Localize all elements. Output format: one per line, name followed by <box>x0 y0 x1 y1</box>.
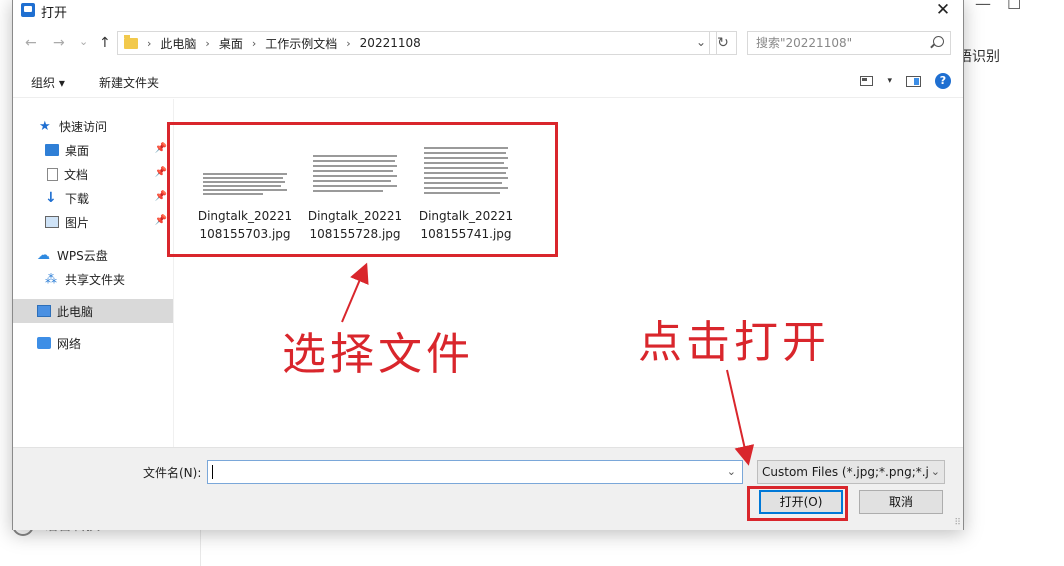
document-icon <box>47 167 58 181</box>
breadcrumb-separator[interactable]: › <box>205 37 209 50</box>
pin-icon[interactable]: 📌 <box>155 215 167 226</box>
sidebar-item-label: 桌面 <box>65 143 90 158</box>
sidebar-item-label: 图片 <box>65 215 90 230</box>
up-arrow-icon[interactable]: ↑ <box>99 35 111 51</box>
sidebar-item-this-pc[interactable]: 此电脑 <box>13 299 173 323</box>
annotation-file-highlight-box <box>167 122 558 257</box>
annotation-open-highlight-box <box>747 486 848 521</box>
sidebar-item-label: 此电脑 <box>57 304 94 319</box>
dialog-toolbar: 组织 ▾ 新建文件夹 ▾ ? <box>13 69 963 98</box>
sidebar-item-label: 快速访问 <box>59 119 108 134</box>
back-arrow-icon[interactable]: ← <box>25 35 37 51</box>
sidebar-item-downloads[interactable]: ↓ 下载 📌 <box>13 186 173 210</box>
share-icon: ⁂ <box>45 272 57 286</box>
text-caret <box>212 465 213 479</box>
organize-button[interactable]: 组织 ▾ <box>31 74 65 91</box>
filename-dropdown-icon[interactable]: ⌄ <box>727 465 736 478</box>
breadcrumb-separator[interactable]: › <box>252 37 256 50</box>
sidebar-item-label: 文档 <box>64 167 89 182</box>
address-bar[interactable]: › 此电脑 › 桌面 › 工作示例文档 › 20221108 ⌄ <box>117 31 717 55</box>
pin-icon[interactable]: 📌 <box>155 167 167 178</box>
computer-icon <box>37 305 51 317</box>
annotation-select-file-text: 选择文件 <box>282 329 474 380</box>
cloud-icon: ☁ <box>37 247 50 263</box>
navigation-bar: ← → ⌄ ↑ › 此电脑 › 桌面 › 工作示例文档 › 20221108 ⌄… <box>13 29 963 59</box>
breadcrumb-this-pc[interactable]: 此电脑 <box>160 35 196 52</box>
sidebar-item-documents[interactable]: 文档 📌 <box>13 162 173 186</box>
maximize-icon[interactable]: ☐ <box>1007 0 1021 13</box>
file-type-dropdown-icon[interactable]: ⌄ <box>927 461 940 483</box>
sidebar-item-label: 下载 <box>65 191 90 206</box>
breadcrumb-separator[interactable]: › <box>346 37 350 50</box>
breadcrumb-work-docs[interactable]: 工作示例文档 <box>265 35 337 52</box>
sidebar-item-label: 网络 <box>57 336 82 351</box>
new-folder-button[interactable]: 新建文件夹 <box>99 74 159 91</box>
background-right-label: 语识别 <box>958 49 1000 65</box>
filename-input[interactable]: ⌄ <box>207 460 743 484</box>
sidebar-item-shared-folder[interactable]: ⁂ 共享文件夹 <box>13 267 173 291</box>
pictures-icon <box>45 216 59 228</box>
preview-pane-icon[interactable] <box>906 75 921 87</box>
breadcrumb-desktop[interactable]: 桌面 <box>219 35 243 52</box>
desktop-icon <box>45 144 59 156</box>
help-icon[interactable]: ? <box>935 73 951 89</box>
pin-icon[interactable]: 📌 <box>155 191 167 202</box>
folder-icon <box>124 34 138 49</box>
close-icon[interactable]: ✕ <box>929 0 957 21</box>
file-type-value: Custom Files (*.jpg;*.png;*.jp <box>762 465 937 479</box>
refresh-icon[interactable]: ↻ <box>709 31 737 55</box>
annotation-click-open-text: 点击打开 <box>638 317 830 368</box>
breadcrumb-date-folder[interactable]: 20221108 <box>360 36 421 50</box>
sidebar-item-label: WPS云盘 <box>57 248 108 263</box>
file-type-select[interactable]: Custom Files (*.jpg;*.png;*.jp ⌄ <box>757 460 945 484</box>
resize-grip-icon[interactable]: ⠿ <box>954 518 961 528</box>
view-dropdown-icon[interactable]: ▾ <box>887 76 892 86</box>
filename-label: 文件名(N): <box>143 466 202 480</box>
search-icon[interactable] <box>933 36 944 47</box>
cancel-button[interactable]: 取消 <box>859 490 943 514</box>
recent-locations-icon[interactable]: ⌄ <box>79 35 88 48</box>
sidebar-item-wps-cloud[interactable]: ☁ WPS云盘 <box>13 243 173 267</box>
address-dropdown-icon[interactable]: ⌄ <box>696 35 706 49</box>
breadcrumb-separator: › <box>147 36 152 50</box>
toolbar-icons: ▾ ? <box>860 73 951 89</box>
sidebar-item-desktop[interactable]: 桌面 📌 <box>13 138 173 162</box>
sidebar-item-quick-access[interactable]: ★ 快速访问 <box>13 114 173 138</box>
dialog-titlebar: 打开 ✕ <box>13 0 963 25</box>
star-icon: ★ <box>39 118 51 134</box>
search-placeholder: 搜索"20221108" <box>756 36 853 50</box>
dialog-title: 打开 <box>41 6 68 21</box>
sidebar-item-pictures[interactable]: 图片 📌 <box>13 210 173 234</box>
view-mode-icon[interactable] <box>860 76 874 86</box>
minimize-icon[interactable]: — <box>975 0 991 13</box>
download-icon: ↓ <box>45 190 57 206</box>
open-file-dialog: 打开 ✕ ← → ⌄ ↑ › 此电脑 › 桌面 › 工作示例文档 › 20221… <box>12 0 964 530</box>
sidebar-item-network[interactable]: 网络 <box>13 331 173 355</box>
dialog-app-icon <box>21 3 35 17</box>
navigation-pane: ★ 快速访问 桌面 📌 文档 📌 ↓ 下载 📌 图片 📌 ☁ WPS云盘 ⁂ 共… <box>13 99 174 447</box>
sidebar-item-label: 共享文件夹 <box>65 272 126 287</box>
search-input[interactable]: 搜索"20221108" <box>747 31 951 55</box>
pin-icon[interactable]: 📌 <box>155 143 167 154</box>
forward-arrow-icon[interactable]: → <box>53 35 65 51</box>
network-icon <box>37 337 51 349</box>
